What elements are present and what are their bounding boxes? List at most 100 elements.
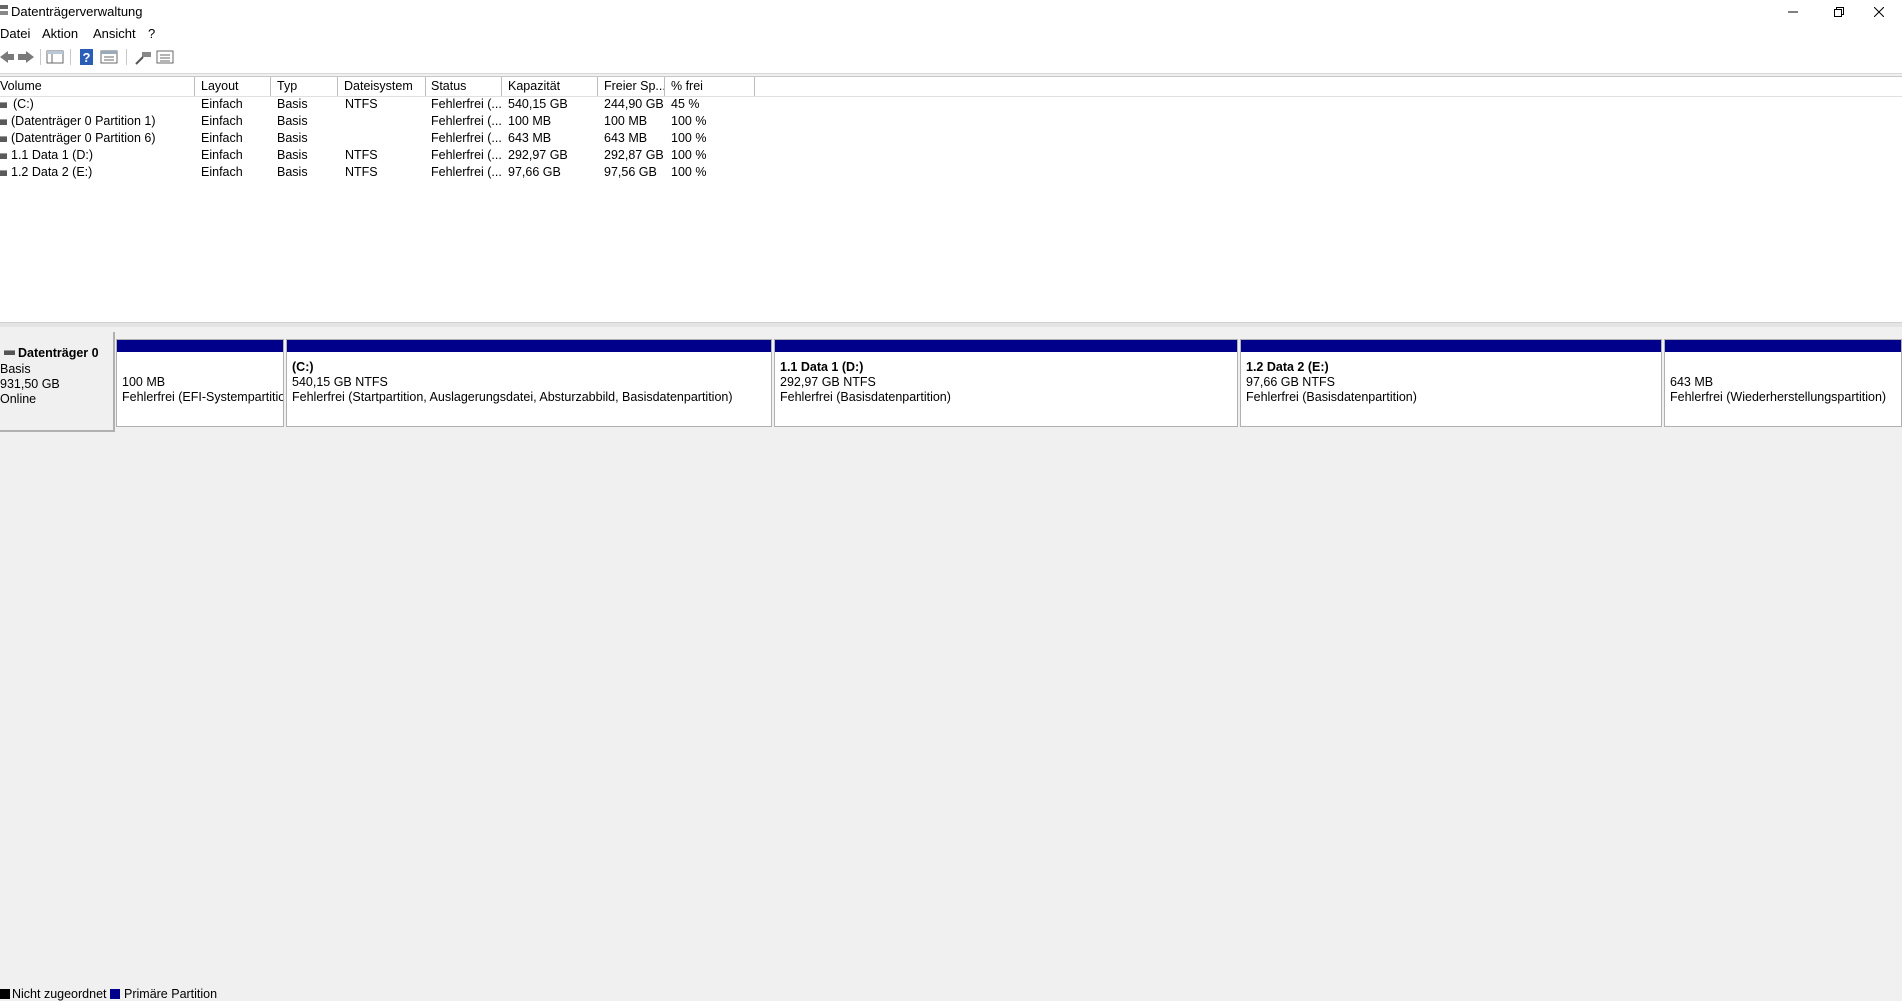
rescan-icon[interactable] <box>134 49 152 65</box>
cell-layout: Einfach <box>201 165 243 179</box>
title-bar: Datenträgerverwaltung <box>0 0 1902 23</box>
cell-volume: (Datenträger 0 Partition 6) <box>11 131 156 145</box>
partition-bar <box>287 340 771 352</box>
minimize-button[interactable] <box>1770 0 1816 23</box>
cell-volume: (C:) <box>13 97 34 111</box>
partition-size: 643 MB <box>1670 375 1714 389</box>
disk-management-icon <box>0 5 8 15</box>
legend-label-unallocated: Nicht zugeordnet <box>12 987 107 1001</box>
cell-kapazitaet: 97,66 GB <box>508 165 561 179</box>
partition-name: (C:) <box>292 360 314 374</box>
legend-label-primary: Primäre Partition <box>124 987 218 1001</box>
cell-dateisystem: NTFS <box>345 165 378 179</box>
column-header-typ[interactable]: Typ <box>277 79 297 93</box>
column-header-layout[interactable]: Layout <box>201 79 239 93</box>
cell-volume: 1.2 Data 2 (E:) <box>11 165 93 179</box>
cell-kapazitaet: 292,97 GB <box>508 148 568 162</box>
table-row[interactable]: 1.1 Data 1 (D:) Einfach Basis NTFS Fehle… <box>0 147 760 164</box>
forward-arrow-icon[interactable] <box>16 49 34 65</box>
column-header-kapazitaet[interactable]: Kapazität <box>508 79 560 93</box>
cell-freier-speicher: 244,90 GB <box>604 97 664 111</box>
table-row[interactable]: (Datenträger 0 Partition 6) Einfach Basi… <box>0 130 760 147</box>
column-header-prozent-frei[interactable]: % frei <box>671 79 703 93</box>
column-header-freier-speicher[interactable]: Freier Sp... <box>604 79 666 93</box>
menu-aktion[interactable]: Aktion <box>42 26 78 41</box>
minimize-icon <box>1788 11 1798 12</box>
partition-d[interactable]: 1.1 Data 1 (D:) 292,97 GB NTFS Fehlerfre… <box>774 339 1238 427</box>
cell-volume: 1.1 Data 1 (D:) <box>11 148 93 162</box>
cell-kapazitaet: 100 MB <box>508 114 552 128</box>
partition-e[interactable]: 1.2 Data 2 (E:) 97,66 GB NTFS Fehlerfrei… <box>1240 339 1662 427</box>
table-row[interactable]: (Datenträger 0 Partition 1) Einfach Basi… <box>0 113 760 130</box>
cell-freier-speicher: 97,56 GB <box>604 165 657 179</box>
partition-status: Fehlerfrei (Basisdatenpartition) <box>780 390 951 404</box>
legend-swatch-primary <box>110 989 120 999</box>
toolbar: ? <box>0 43 1902 74</box>
partition-bar <box>117 340 283 352</box>
partition-c[interactable]: (C:) 540,15 GB NTFS Fehlerfrei (Startpar… <box>286 339 772 427</box>
partition-status: Fehlerfrei (EFI-Systempartition) <box>122 390 283 404</box>
close-button[interactable] <box>1856 0 1902 23</box>
disk-size: 931,50 GB <box>0 377 60 391</box>
volume-icon <box>0 102 7 108</box>
partition-name: 1.1 Data 1 (D:) <box>780 360 864 374</box>
menu-help[interactable]: ? <box>148 26 155 41</box>
menu-ansicht[interactable]: Ansicht <box>93 26 136 41</box>
volume-icon <box>0 153 7 159</box>
volume-icon <box>0 119 7 125</box>
partition-status: Fehlerfrei (Basisdatenpartition) <box>1246 390 1417 404</box>
column-header-status[interactable]: Status <box>431 79 466 93</box>
partition-recovery[interactable]: 643 MB Fehlerfrei (Wiederherstellungspar… <box>1664 339 1902 427</box>
disk-state: Online <box>0 392 37 406</box>
cell-prozent-frei: 100 % <box>671 114 707 128</box>
disk-name: Datenträger 0 <box>18 346 99 360</box>
cell-prozent-frei: 100 % <box>671 148 707 162</box>
cell-layout: Einfach <box>201 114 243 128</box>
cell-freier-speicher: 100 MB <box>604 114 648 128</box>
cell-typ: Basis <box>277 114 308 128</box>
cell-typ: Basis <box>277 165 308 179</box>
menu-bar: Datei Aktion Ansicht ? <box>0 23 1902 43</box>
cell-freier-speicher: 292,87 GB <box>604 148 664 162</box>
console-tree-icon[interactable] <box>46 49 64 65</box>
table-row[interactable]: 1.2 Data 2 (E:) Einfach Basis NTFS Fehle… <box>0 164 760 181</box>
cell-layout: Einfach <box>201 97 243 111</box>
menu-datei[interactable]: Datei <box>0 26 30 41</box>
cell-freier-speicher: 643 MB <box>604 131 648 145</box>
table-row[interactable]: (C:) Einfach Basis NTFS Fehlerfrei (... … <box>0 96 760 113</box>
partition-status: Fehlerfrei (Startpartition, Auslagerungs… <box>292 390 733 404</box>
restore-icon <box>1834 6 1844 17</box>
disk-type: Basis <box>0 362 31 376</box>
close-icon <box>1874 6 1884 17</box>
column-header-dateisystem[interactable]: Dateisystem <box>344 79 413 93</box>
partition-bar <box>775 340 1237 352</box>
partition-status: Fehlerfrei (Wiederherstellungspartition) <box>1670 390 1887 404</box>
help-icon[interactable]: ? <box>78 49 96 65</box>
column-header-volume[interactable]: Volume <box>0 79 42 93</box>
partition-size: 97,66 GB NTFS <box>1246 375 1335 389</box>
volume-icon <box>0 136 7 142</box>
disk-icon <box>4 350 15 355</box>
cell-prozent-frei: 45 % <box>671 97 700 111</box>
cell-prozent-frei: 100 % <box>671 131 707 145</box>
cell-prozent-frei: 100 % <box>671 165 707 179</box>
partition-efi[interactable]: 100 MB Fehlerfrei (EFI-Systempartition) <box>116 339 284 427</box>
properties-icon[interactable] <box>100 49 118 65</box>
cell-status: Fehlerfrei (... <box>431 148 502 162</box>
cell-typ: Basis <box>277 148 308 162</box>
legend-swatch-unallocated <box>0 989 10 999</box>
cell-typ: Basis <box>277 97 308 111</box>
partition-name: 1.2 Data 2 (E:) <box>1246 360 1329 374</box>
cell-kapazitaet: 643 MB <box>508 131 552 145</box>
volume-icon <box>0 170 7 176</box>
volume-list-header: Volume Layout Typ Dateisystem Status Kap… <box>0 76 1902 97</box>
partition-bar <box>1241 340 1661 352</box>
cell-volume: (Datenträger 0 Partition 1) <box>11 114 156 128</box>
window-title: Datenträgerverwaltung <box>11 4 143 19</box>
view-list-icon[interactable] <box>156 49 174 65</box>
cell-status: Fehlerfrei (... <box>431 97 502 111</box>
cell-layout: Einfach <box>201 148 243 162</box>
partition-bar <box>1665 340 1901 352</box>
disk-info-panel[interactable]: Datenträger 0 Basis 931,50 GB Online <box>0 332 115 432</box>
cell-status: Fehlerfrei (... <box>431 131 502 145</box>
